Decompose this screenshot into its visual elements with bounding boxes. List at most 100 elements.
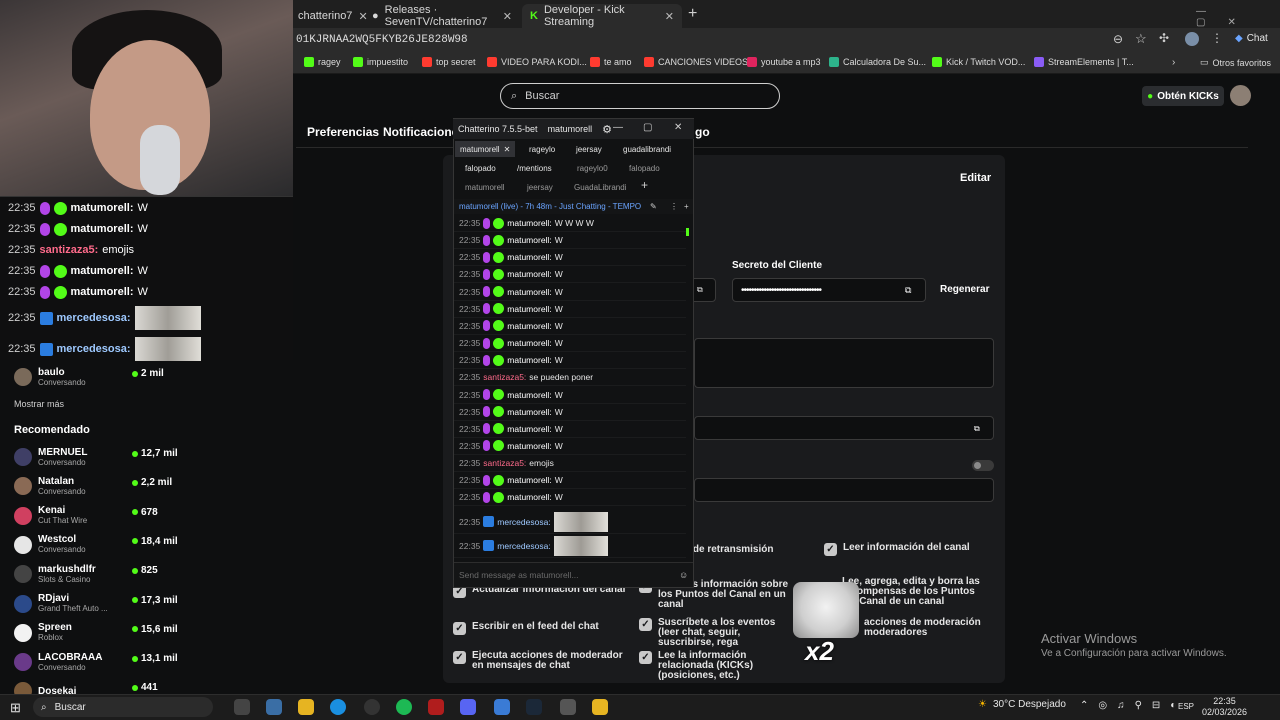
chat-tab[interactable]: GuadaLibrandi — [569, 179, 631, 195]
steam-icon[interactable] — [526, 699, 542, 715]
close-icon[interactable]: ✕ — [503, 10, 512, 23]
file-explorer-icon[interactable] — [298, 699, 314, 715]
close-icon[interactable]: ✕ — [504, 145, 511, 154]
app-icon[interactable] — [428, 699, 444, 715]
recommended-channel[interactable]: LACOBRAAA Conversando 13,1 mil — [14, 649, 178, 675]
chat-button[interactable]: ◆ Chat — [1235, 33, 1268, 44]
emoji-icon[interactable]: ☺ — [679, 570, 688, 580]
bookmark-item[interactable]: VIDEO PARA KODI... — [487, 57, 587, 67]
bookmark-item[interactable]: te amo — [590, 57, 632, 67]
url-text[interactable]: 01KJRNAA2WQ5FKYB26JE828W98 — [296, 34, 468, 46]
add-split-icon[interactable]: + — [684, 202, 689, 211]
show-more-link[interactable]: Mostrar más — [14, 399, 64, 409]
bookmark-item[interactable]: StreamElements | T... — [1034, 57, 1134, 67]
obs-icon[interactable] — [364, 699, 380, 715]
bookmark-item[interactable]: youtube a mp3 — [747, 57, 821, 67]
star-icon[interactable]: ☆ — [1135, 31, 1147, 47]
chevron-right-icon[interactable]: › — [1172, 57, 1175, 68]
edit-icon[interactable]: ✎ — [650, 202, 657, 211]
description-textarea[interactable] — [694, 338, 994, 388]
permission-item[interactable]: Lee, agrega, edita y borra las recompens… — [842, 577, 992, 607]
spotify-icon[interactable] — [396, 699, 412, 715]
chat-tab[interactable]: jeersay — [571, 141, 607, 157]
profile-avatar[interactable] — [1185, 32, 1199, 46]
webhook-toggle[interactable] — [972, 460, 994, 471]
new-tab-button[interactable]: + — [688, 5, 697, 23]
nav-preferencias[interactable]: Preferencias — [307, 125, 379, 139]
copy-icon[interactable]: ⧉ — [697, 285, 703, 295]
add-tab-button[interactable]: + — [641, 178, 648, 192]
bookmark-item[interactable]: Kick / Twitch VOD... — [932, 57, 1025, 67]
permission-item[interactable]: ✓ Leer información del canal — [824, 543, 994, 556]
edge-icon[interactable] — [330, 699, 346, 715]
checkbox-checked[interactable]: ✓ — [639, 618, 652, 631]
menu-icon[interactable]: ⋮ — [1211, 31, 1223, 45]
chat-tab[interactable]: falopado — [460, 160, 501, 176]
chat-tab[interactable]: guadalibrandi — [618, 141, 676, 157]
bookmark-item[interactable]: impuestito — [353, 57, 408, 67]
windows-start-icon[interactable]: ⊞ — [10, 700, 21, 716]
gear-icon[interactable]: ⚙ — [602, 123, 612, 136]
chat-tab[interactable]: matumorell ✕ — [455, 141, 516, 157]
other-bookmarks[interactable]: ▭ Otros favoritos — [1200, 57, 1271, 68]
edit-button[interactable]: Editar — [960, 172, 991, 184]
app-icon[interactable] — [560, 699, 576, 715]
app-icon[interactable] — [592, 699, 608, 715]
weather-widget[interactable]: ☀ 30°C Despejado — [978, 699, 1066, 710]
chatterino-icon[interactable] — [494, 699, 510, 715]
recommended-channel[interactable]: Kenai Cut That Wire 678 — [14, 503, 174, 529]
bookmark-item[interactable]: ragey — [304, 57, 341, 67]
checkbox-checked[interactable]: ✓ — [453, 651, 466, 664]
chatterino-titlebar[interactable]: Chatterino 7.5.5-bet matumorell ⚙ — ▢ ✕ — [453, 119, 694, 139]
search-input[interactable]: ⌕ Buscar — [500, 83, 780, 109]
permission-item[interactable]: ✓ Suscríbete a los eventos (leer chat, se… — [639, 618, 799, 648]
taskbar-search[interactable]: ⌕ Buscar — [33, 697, 213, 717]
recommended-channel[interactable]: RDjavi Grand Theft Auto ... 17,3 mil — [14, 591, 178, 617]
window-controls[interactable]: —▢✕ — [1196, 6, 1280, 28]
get-kicks-button[interactable]: ● Obtén KICKs — [1142, 86, 1224, 106]
discord-icon[interactable] — [460, 699, 476, 715]
taskbar-clock[interactable]: 22:35 02/03/2026 — [1202, 696, 1247, 718]
recommended-channel[interactable]: Westcol Conversando 18,4 mil — [14, 532, 178, 558]
recommended-channel[interactable]: Natalan Conversando 2,2 mil — [14, 473, 174, 499]
close-icon[interactable]: ✕ — [674, 122, 682, 133]
permission-item[interactable]: ✓ Lee la información relacionada (KICKs) … — [639, 651, 799, 681]
permission-item[interactable]: ✓ Escribir en el feed del chat — [453, 622, 633, 635]
chat-tab[interactable]: rageylo0 — [572, 160, 613, 176]
extensions-icon[interactable]: ✣ — [1159, 31, 1169, 45]
bookmark-item[interactable]: CANCIONES VIDEOS — [644, 57, 748, 67]
tray-icons[interactable]: ⌃◎♫⚲⊟◐ — [1080, 700, 1186, 711]
more-icon[interactable]: ⋮ — [670, 202, 678, 211]
checkbox-checked[interactable]: ✓ — [824, 543, 837, 556]
user-avatar[interactable] — [1230, 85, 1251, 106]
copy-icon[interactable]: ⧉ — [905, 285, 911, 296]
translate-icon[interactable]: ⊖ — [1113, 32, 1123, 46]
browser-tab-kick-developer[interactable]: K Developer - Kick Streaming ✕ — [522, 4, 682, 28]
message-input[interactable]: Send message as matumorell... ☺ — [454, 562, 693, 587]
recommended-channel[interactable]: Spreen Roblox 15,6 mil — [14, 620, 178, 646]
nav-item-partial[interactable]: go — [695, 125, 710, 139]
webhook-url-field[interactable] — [694, 478, 994, 502]
language-indicator[interactable]: ESP — [1178, 702, 1194, 711]
checkbox-checked[interactable]: ✓ — [453, 622, 466, 635]
bookmark-item[interactable]: Calculadora De Su... — [829, 57, 926, 67]
browser-tab-chatterino7[interactable]: chatterino7 ✕ — [290, 4, 368, 28]
copy-icon[interactable]: ⧉ — [974, 424, 980, 434]
chat-tab[interactable]: rageylo — [524, 141, 560, 157]
chat-tab[interactable]: jeersay — [522, 179, 558, 195]
bookmark-item[interactable]: top secret — [422, 57, 476, 67]
regenerate-button[interactable]: Regenerar — [940, 284, 989, 295]
scrollbar-marker[interactable] — [686, 228, 689, 236]
redirect-url-field[interactable] — [694, 416, 994, 440]
recommended-channel[interactable]: MERNUEL Conversando 12,7 mil — [14, 444, 178, 470]
client-secret-field[interactable]: •••••••••••••••••••••••••••••••• — [732, 278, 926, 302]
recommended-channel[interactable]: markushdlfr Slots & Casino 825 — [14, 561, 174, 587]
edge-dev-icon[interactable] — [266, 699, 282, 715]
permission-item[interactable]: acciones de moderación moderadores — [864, 618, 994, 638]
checkbox-checked[interactable]: ✓ — [639, 651, 652, 664]
sidebar-channel[interactable]: baulo Conversando 2 mil — [14, 364, 174, 390]
maximize-icon[interactable]: ▢ — [643, 122, 652, 133]
chat-tab[interactable]: /mentions — [512, 160, 557, 176]
minimize-icon[interactable]: — — [613, 122, 623, 133]
task-view-icon[interactable] — [234, 699, 250, 715]
